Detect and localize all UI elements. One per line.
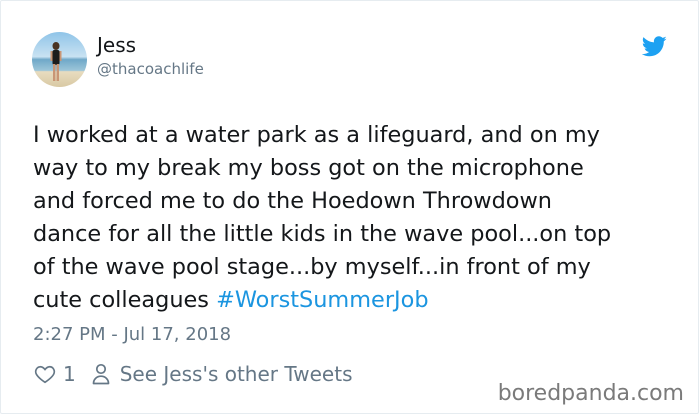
watermark: boredpanda.com	[497, 381, 684, 406]
like-count: 1	[63, 362, 76, 386]
tweet-text: I worked at a water park as a lifeguard,…	[33, 119, 683, 317]
tweet-actions: 1 See Jess's other Tweets	[34, 360, 353, 388]
tweet-timestamp[interactable]: 2:27 PM - Jul 17, 2018	[33, 323, 231, 347]
author-handle[interactable]: @thacoachlife	[97, 59, 204, 79]
hashtag-link[interactable]: #WorstSummerJob	[216, 287, 428, 313]
twitter-bird-icon[interactable]	[641, 36, 667, 57]
tweet-card: Jess @thacoachlife I worked at a water p…	[0, 0, 699, 414]
tweet-line-text: cute colleagues	[33, 287, 217, 313]
heart-icon[interactable]	[34, 363, 56, 385]
tweet-line: of the wave pool stage...by myself...in …	[33, 254, 591, 280]
tweet-line: and forced me to do the Hoedown Throwdow…	[33, 188, 552, 214]
see-other-tweets-link[interactable]: See Jess's other Tweets	[120, 362, 353, 386]
tweet-line: dance for all the little kids in the wav…	[33, 221, 612, 247]
tweet-line: way to my break my boss got on the micro…	[33, 155, 584, 181]
person-icon	[92, 363, 110, 385]
tweet-line: I worked at a water park as a lifeguard,…	[33, 122, 600, 148]
author-name[interactable]: Jess	[97, 33, 136, 57]
avatar[interactable]	[32, 32, 87, 87]
tweet-line-last: cute colleagues #WorstSummerJob	[33, 284, 683, 317]
